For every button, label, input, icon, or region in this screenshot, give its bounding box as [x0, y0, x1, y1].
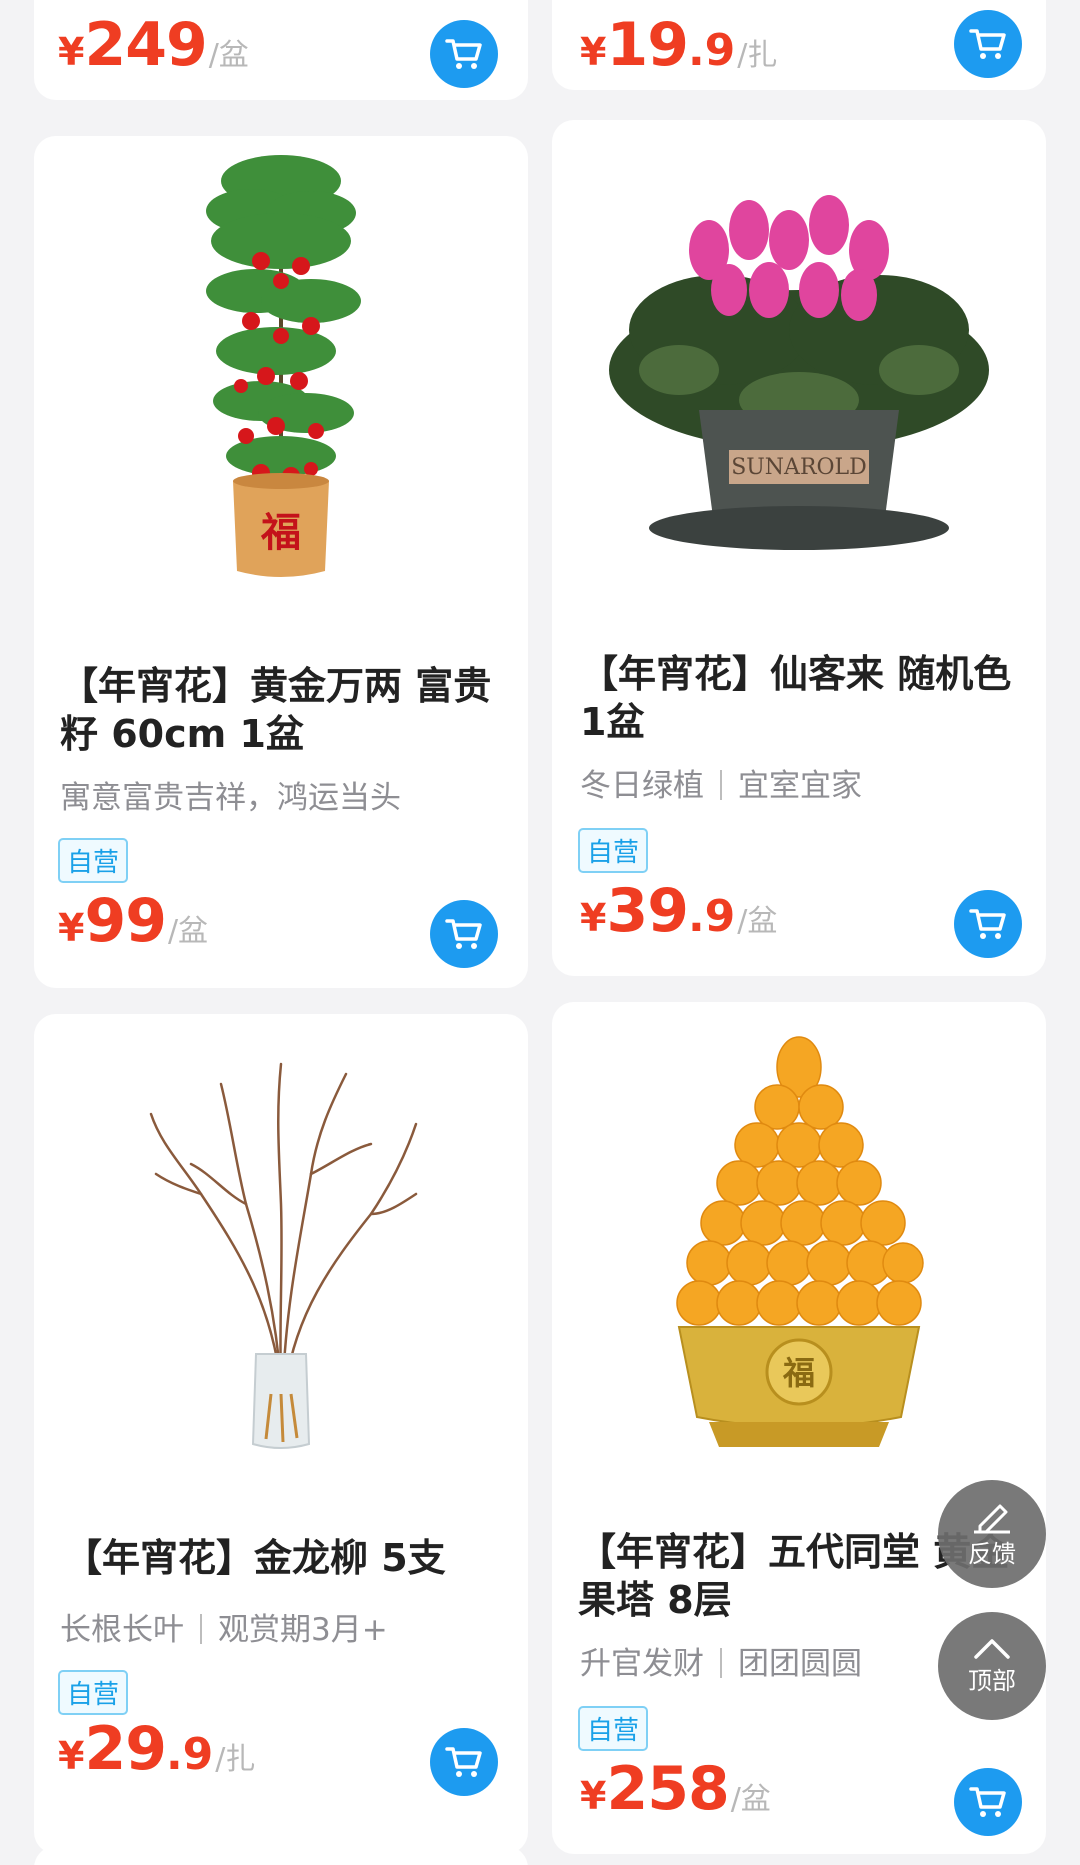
cart-icon [969, 29, 1006, 59]
svg-text:福: 福 [260, 509, 301, 556]
feedback-label: 反馈 [968, 1539, 1016, 1568]
add-to-cart-button[interactable] [430, 1728, 498, 1796]
separator [720, 1648, 722, 1678]
product-subtitle: 冬日绿植 宜室宜家 [580, 768, 862, 804]
add-to-cart-button[interactable] [954, 890, 1022, 958]
product-card-curly-willow[interactable]: 【年宵花】金龙柳 5支 长根长叶 观赏期3月+ 自营 ¥29.9/扎 [34, 1014, 528, 1854]
cart-icon [445, 1747, 482, 1777]
curly-willow-vase-icon [149, 1062, 418, 1449]
price: ¥249/盆 [58, 10, 249, 80]
add-to-cart-button[interactable] [430, 900, 498, 968]
golden-fruit-tower-icon: 福 [676, 1036, 924, 1447]
price: ¥29.9/扎 [58, 1714, 256, 1784]
product-card-top-right[interactable]: ¥19.9/扎 [552, 0, 1046, 90]
self-operated-tag: 自营 [58, 1670, 129, 1715]
product-title[interactable]: 【年宵花】仙客来 随机色 1盆 [580, 650, 1024, 746]
product-card-next-left[interactable] [34, 1846, 528, 1865]
separator [720, 770, 722, 800]
product-image[interactable] [34, 1014, 528, 1494]
add-to-cart-button[interactable] [954, 10, 1022, 78]
cart-icon [445, 919, 482, 949]
self-operated-tag: 自营 [578, 828, 649, 873]
self-operated-tag: 自营 [58, 838, 129, 883]
feedback-button[interactable]: 反馈 [938, 1480, 1046, 1588]
product-card-top-left[interactable]: ¥249/盆 [34, 0, 528, 100]
self-operated-tag: 自营 [578, 1706, 649, 1751]
cart-icon [969, 1787, 1006, 1817]
pencil-icon [974, 1504, 1010, 1533]
cyclamen-pot-icon: SUNAROLD [609, 195, 989, 550]
price: ¥258/盆 [580, 1754, 771, 1824]
product-subtitle: 寓意富贵吉祥，鸿运当头 [60, 780, 401, 816]
product-card-golden-berry[interactable]: 福 【年宵花】黄金万两 富贵籽 60cm 1盆 寓意富贵吉祥，鸿运当头 自营 ¥… [34, 136, 528, 988]
separator [200, 1614, 202, 1644]
chevron-up-icon [974, 1638, 1010, 1659]
product-image[interactable]: 福 [34, 136, 528, 606]
svg-text:SUNAROLD: SUNAROLD [731, 455, 867, 480]
product-card-golden-fruit-tower[interactable]: 福 【年宵花】五代同堂 黄金果塔 8层 升官发财 团团圆圆 自营 ¥258/盆 [552, 1002, 1046, 1854]
product-image[interactable]: 福 [552, 1002, 1046, 1492]
product-subtitle: 长根长叶 观赏期3月+ [60, 1612, 388, 1648]
cart-icon [969, 909, 1006, 939]
product-title[interactable]: 【年宵花】黄金万两 富贵籽 60cm 1盆 [60, 662, 506, 758]
product-image[interactable]: SUNAROLD [552, 120, 1046, 620]
svg-text:福: 福 [782, 1354, 815, 1392]
potted-red-berry-plant-icon: 福 [206, 155, 361, 577]
product-grid-page: ¥249/盆 ¥19.9/扎 福 【年宵花】黄金万两 富贵籽 60cm 1盆 寓… [0, 0, 1080, 1865]
add-to-cart-button[interactable] [430, 20, 498, 88]
top-label: 顶部 [968, 1666, 1016, 1695]
price: ¥19.9/扎 [580, 10, 778, 80]
product-title[interactable]: 【年宵花】金龙柳 5支 [64, 1534, 506, 1582]
price: ¥39.9/盆 [580, 876, 778, 946]
add-to-cart-button[interactable] [954, 1768, 1022, 1836]
cart-icon [445, 39, 482, 69]
price: ¥99/盆 [58, 886, 209, 956]
back-to-top-button[interactable]: 顶部 [938, 1612, 1046, 1720]
product-card-cyclamen[interactable]: SUNAROLD 【年宵花】仙客来 随机色 1盆 冬日绿植 宜室宜家 自营 ¥39… [552, 120, 1046, 976]
